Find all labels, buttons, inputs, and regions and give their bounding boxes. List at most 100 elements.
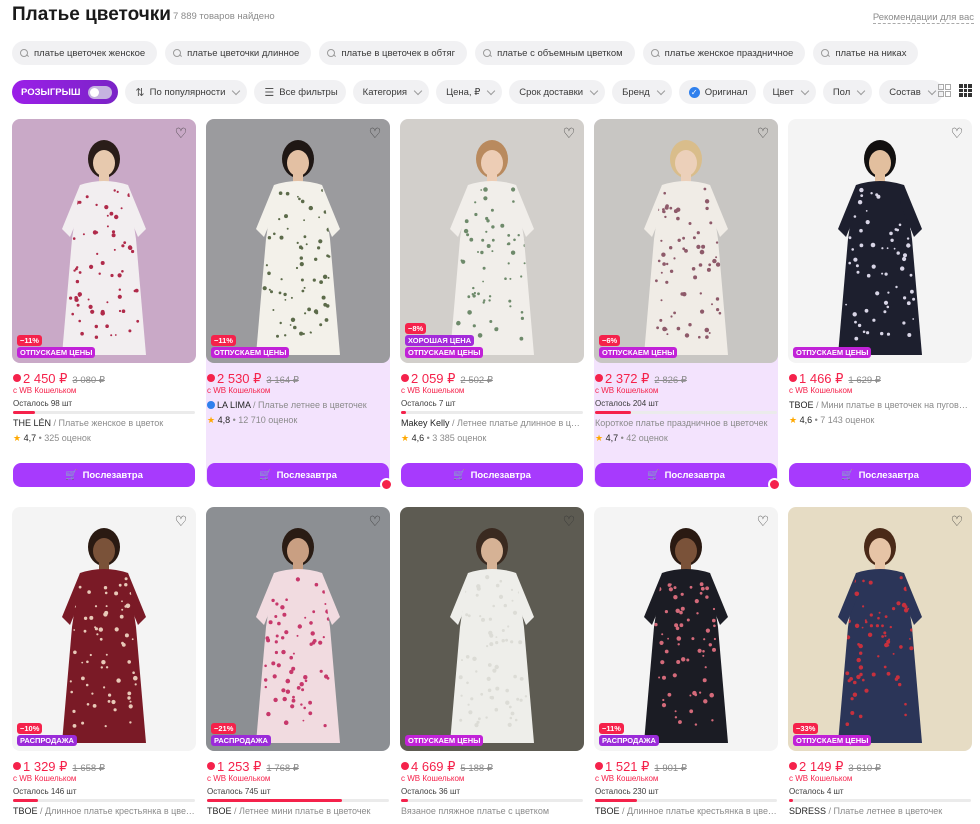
suggestion-chip[interactable]: платье в цветочек в обтяг xyxy=(319,41,468,65)
discount-badge: −21% xyxy=(211,723,237,734)
cart-icon: 🛒 xyxy=(841,469,854,481)
promo-label-badge: ОТПУСКАЕМ ЦЕНЫ xyxy=(211,347,290,358)
filter-brand[interactable]: Бренд xyxy=(612,80,672,104)
add-to-cart-button[interactable]: 🛒 Послезавтра xyxy=(401,463,583,487)
product-card[interactable]: ♡ −11% ОТПУСКАЕМ ЦЕНЫ 2 450 ₽ 3 080 ₽ с W… xyxy=(12,119,196,487)
filter-delivery[interactable]: Срок доставки xyxy=(509,80,606,104)
sort-dropdown[interactable]: ⇅ По популярности xyxy=(125,80,248,104)
product-title: Мини платье в цветочек на пуговицах xyxy=(821,400,971,410)
heart-icon[interactable]: ♡ xyxy=(173,513,189,529)
heart-icon[interactable]: ♡ xyxy=(173,125,189,141)
product-name[interactable]: TBOE / Летнее мини платье в цветочек xyxy=(207,806,389,818)
all-filters-button[interactable]: ☰ Все фильтры xyxy=(254,80,346,104)
product-card[interactable]: ♡ −11% ОТПУСКАЕМ ЦЕНЫ 2 530 ₽ 3 164 ₽ с W… xyxy=(206,119,393,491)
raffle-toggle[interactable]: РОЗЫГРЫШ xyxy=(12,80,119,104)
stock-remaining: Осталось 36 шт xyxy=(401,787,461,796)
filter-category[interactable]: Категория xyxy=(352,80,430,104)
product-image[interactable]: ♡ −6% ОТПУСКАЕМ ЦЕНЫ xyxy=(594,119,778,363)
product-card[interactable]: ♡ ОТПУСКАЕМ ЦЕНЫ 4 669 ₽ 5 188 ₽ с WB Ко… xyxy=(400,507,584,824)
large-grid-icon[interactable] xyxy=(938,84,951,97)
product-price: 4 669 ₽ 5 188 ₽ xyxy=(401,759,583,774)
product-image[interactable]: ♡ ОТПУСКАЕМ ЦЕНЫ xyxy=(400,507,584,751)
add-to-cart-button[interactable]: 🛒 Послезавтра xyxy=(13,463,195,487)
suggestion-chip[interactable]: платье на никах xyxy=(813,41,919,65)
heart-icon[interactable]: ♡ xyxy=(561,125,577,141)
heart-icon[interactable]: ♡ xyxy=(949,513,965,529)
product-image[interactable]: ♡ ОТПУСКАЕМ ЦЕНЫ xyxy=(788,119,972,363)
heart-icon[interactable]: ♡ xyxy=(755,125,771,141)
product-badges: −6% ОТПУСКАЕМ ЦЕНЫ xyxy=(599,335,678,358)
promo-label-badge: ОТПУСКАЕМ ЦЕНЫ xyxy=(793,347,872,358)
product-image[interactable]: ♡ −10% РАСПРОДАЖА xyxy=(12,507,196,751)
product-card[interactable]: ♡ −33% ОТПУСКАЕМ ЦЕНЫ 2 149 ₽ 3 610 ₽ с W… xyxy=(788,507,972,824)
suggestion-chip[interactable]: платье цветочки длинное xyxy=(165,41,312,65)
old-price: 2 826 ₽ xyxy=(654,375,687,386)
product-brand: TBOE xyxy=(595,806,620,816)
product-badges: −11% ОТПУСКАЕМ ЦЕНЫ xyxy=(211,335,290,358)
product-badges: −33% ОТПУСКАЕМ ЦЕНЫ xyxy=(793,723,872,746)
product-name[interactable]: Короткое платье праздничное в цветочек xyxy=(595,418,777,430)
product-name[interactable]: TBOE / Длинное платье крестьянка в цвето… xyxy=(13,806,195,818)
recommendations-link[interactable]: Рекомендации для вас xyxy=(872,12,974,24)
suggestion-chip[interactable]: платье цветочек женское xyxy=(12,41,158,65)
product-image[interactable]: ♡ −11% ОТПУСКАЕМ ЦЕНЫ xyxy=(12,119,196,363)
product-image[interactable]: ♡ −33% ОТПУСКАЕМ ЦЕНЫ xyxy=(788,507,972,751)
product-card[interactable]: ♡ −10% РАСПРОДАЖА 1 329 ₽ 1 658 ₽ с WB Ко… xyxy=(12,507,196,824)
stock-remaining: Осталось 204 шт xyxy=(595,399,659,408)
heart-icon[interactable]: ♡ xyxy=(367,513,383,529)
product-name[interactable]: Вязаное пляжное платье с цветком xyxy=(401,806,583,818)
suggestion-chip[interactable]: платье с объемным цветком xyxy=(475,41,635,65)
product-image[interactable]: ♡ −21% РАСПРОДАЖА xyxy=(206,507,390,751)
promo-label-badge: ОТПУСКАЕМ ЦЕНЫ xyxy=(405,347,484,358)
suggestion-chip[interactable]: платье женское праздничное xyxy=(642,41,806,65)
discount-badge: −6% xyxy=(599,335,621,346)
product-image[interactable]: ♡ −8% ХОРОШАЯ ЦЕНА ОТПУСКАЕМ ЦЕНЫ xyxy=(400,119,584,363)
filter-color[interactable]: Цвет xyxy=(762,80,816,104)
product-image[interactable]: ♡ −11% РАСПРОДАЖА xyxy=(594,507,778,751)
chevron-down-icon xyxy=(927,86,936,95)
small-grid-icon[interactable] xyxy=(959,84,972,97)
wallet-icon xyxy=(789,762,797,770)
product-card[interactable]: ♡ −6% ОТПУСКАЕМ ЦЕНЫ 2 372 ₽ 2 826 ₽ с WB… xyxy=(594,119,781,491)
heart-icon[interactable]: ♡ xyxy=(755,513,771,529)
star-icon: ★ xyxy=(13,433,22,443)
add-to-cart-button[interactable]: 🛒 Послезавтра xyxy=(595,463,781,491)
filter-composition[interactable]: Состав xyxy=(879,80,943,104)
product-card[interactable]: ♡ −8% ХОРОШАЯ ЦЕНА ОТПУСКАЕМ ЦЕНЫ 2 059 ₽ … xyxy=(400,119,584,487)
product-brand: Makey Kelly xyxy=(401,418,450,428)
product-badges: ОТПУСКАЕМ ЦЕНЫ xyxy=(793,347,872,358)
product-name[interactable]: THE LÉN / Платье женское в цветок xyxy=(13,418,195,430)
product-info: 1 253 ₽ 1 768 ₽ с WB Кошельком Осталось … xyxy=(206,751,390,818)
product-name[interactable]: LA LIMA / Платье летнее в цветочек xyxy=(207,400,389,412)
filter-gender[interactable]: Пол xyxy=(822,80,873,104)
product-price: 1 521 ₽ 1 901 ₽ xyxy=(595,759,777,774)
product-card[interactable]: ♡ −11% РАСПРОДАЖА 1 521 ₽ 1 901 ₽ с WB Ко… xyxy=(594,507,778,824)
product-brand: THE LÉN xyxy=(13,418,52,428)
wallet-icon xyxy=(789,374,797,382)
toggle-switch[interactable] xyxy=(88,85,113,99)
product-card[interactable]: ♡ −21% РАСПРОДАЖА 1 253 ₽ 1 768 ₽ с WB Ко… xyxy=(206,507,390,824)
product-name[interactable]: Makey Kelly / Летнее платье длинное в цв… xyxy=(401,418,583,430)
heart-icon[interactable]: ♡ xyxy=(561,513,577,529)
current-price: 2 149 ₽ xyxy=(799,759,844,774)
product-info: 1 466 ₽ 1 629 ₽ с WB Кошельком TBOE / Ми… xyxy=(788,363,972,427)
product-title: Длинное платье крестьянка в цветочек xyxy=(627,806,777,816)
filter-price[interactable]: Цена, ₽ xyxy=(436,80,503,104)
product-price: 2 450 ₽ 3 080 ₽ xyxy=(13,371,195,386)
filter-original[interactable]: ✓ Оригинал xyxy=(678,80,756,104)
product-image[interactable]: ♡ −11% ОТПУСКАЕМ ЦЕНЫ xyxy=(206,119,390,363)
product-name[interactable]: SDRESS / Платье летнее в цветочек xyxy=(789,806,971,818)
product-name[interactable]: TBOE / Мини платье в цветочек на пуговиц… xyxy=(789,400,971,412)
product-title: Вязаное пляжное платье с цветком xyxy=(401,806,550,816)
wallet-note: с WB Кошельком xyxy=(595,774,659,783)
wallet-icon xyxy=(207,374,215,382)
heart-icon[interactable]: ♡ xyxy=(367,125,383,141)
product-badges: −11% РАСПРОДАЖА xyxy=(599,723,659,746)
add-to-cart-button[interactable]: 🛒 Послезавтра xyxy=(207,463,393,491)
product-name[interactable]: TBOE / Длинное платье крестьянка в цвето… xyxy=(595,806,777,818)
product-price: 1 253 ₽ 1 768 ₽ xyxy=(207,759,389,774)
product-card[interactable]: ♡ ОТПУСКАЕМ ЦЕНЫ 1 466 ₽ 1 629 ₽ с WB Ко… xyxy=(788,119,972,487)
promo-label-badge: РАСПРОДАЖА xyxy=(599,735,659,746)
add-to-cart-button[interactable]: 🛒 Послезавтра xyxy=(789,463,971,487)
heart-icon[interactable]: ♡ xyxy=(949,125,965,141)
